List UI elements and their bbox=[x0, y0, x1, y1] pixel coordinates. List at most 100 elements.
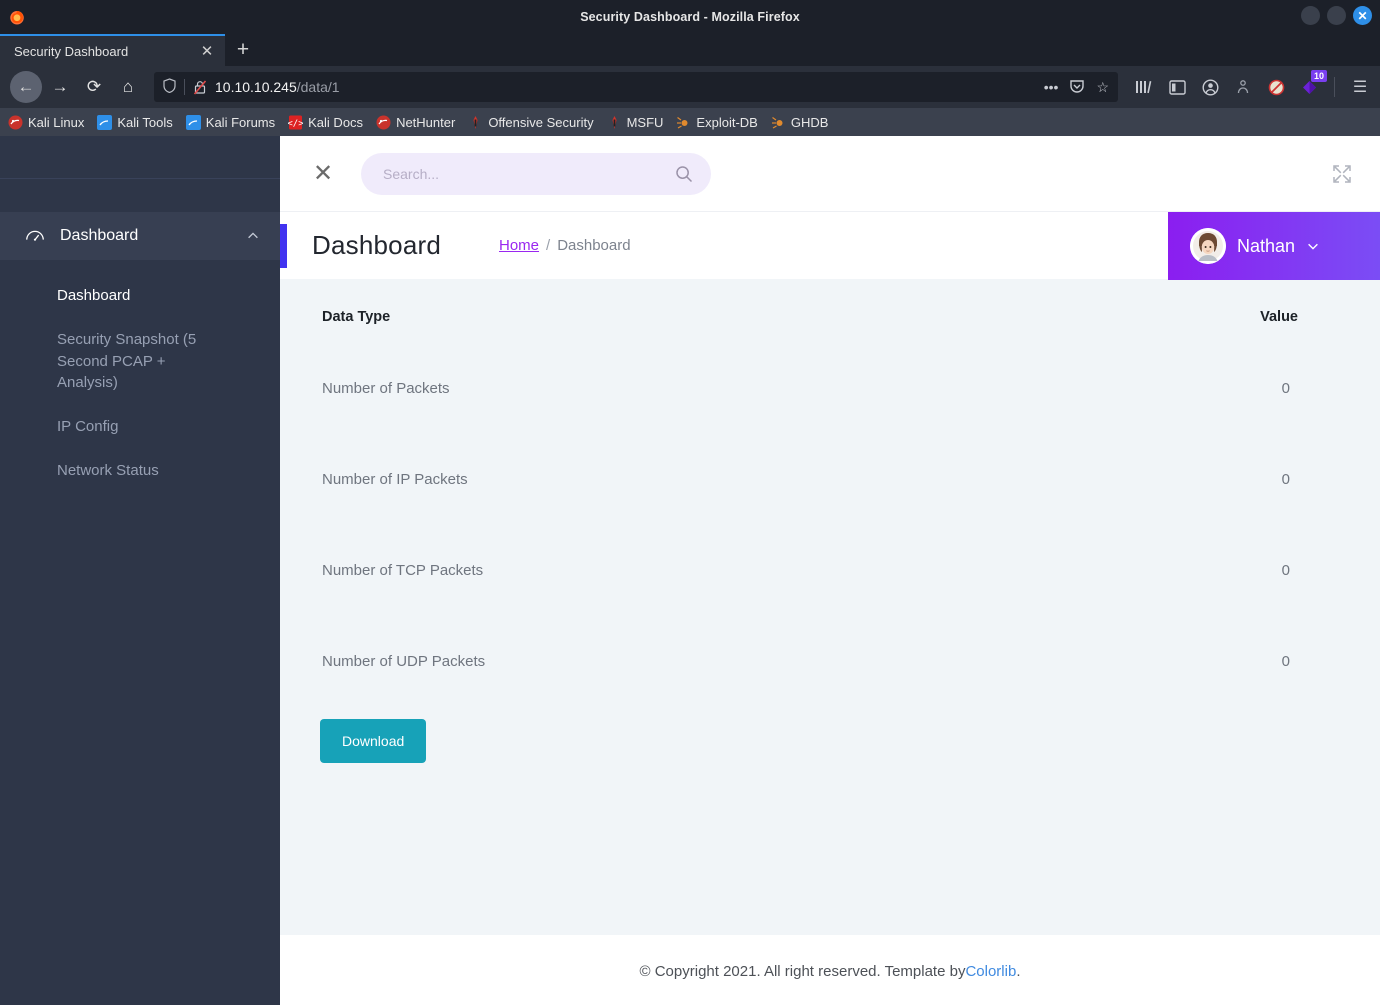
bookmark-label: Kali Tools bbox=[117, 114, 173, 130]
nethunter-icon bbox=[376, 115, 391, 130]
sidebar: Dashboard Dashboard Security Snapshot (5… bbox=[0, 136, 280, 1005]
svg-text:</>: </> bbox=[288, 119, 303, 129]
new-tab-button[interactable]: + bbox=[225, 34, 261, 66]
bookmark-label: Exploit-DB bbox=[696, 114, 758, 130]
column-header-data-type: Data Type bbox=[322, 309, 391, 325]
packet-stats-table: Data Type Value Number of Packets 0 Numb… bbox=[310, 279, 1358, 707]
breadcrumb-current: Dashboard bbox=[557, 237, 631, 254]
fullscreen-expand-icon[interactable] bbox=[1330, 162, 1354, 186]
tab-close-icon[interactable]: ✕ bbox=[197, 44, 217, 59]
noscript-icon[interactable] bbox=[1266, 77, 1286, 97]
bookmark-exploit-db[interactable]: Exploit-DB bbox=[676, 114, 758, 130]
bookmark-label: NetHunter bbox=[396, 114, 456, 130]
bookmark-label: Kali Docs bbox=[308, 114, 364, 130]
library-icon[interactable] bbox=[1134, 77, 1154, 97]
footer-copyright-text: © Copyright 2021. All right reserved. Te… bbox=[639, 963, 966, 980]
bookmark-kali-tools[interactable]: Kali Tools bbox=[97, 114, 173, 130]
urlbar-divider bbox=[184, 79, 185, 95]
footer: © Copyright 2021. All right reserved. Te… bbox=[280, 935, 1380, 1005]
home-button[interactable]: ⌂ bbox=[112, 71, 144, 103]
bookmark-label: Kali Forums bbox=[205, 114, 276, 130]
bookmark-label: Kali Linux bbox=[28, 114, 85, 130]
bookmark-kali-forums[interactable]: Kali Forums bbox=[185, 114, 276, 130]
breadcrumb-separator: / bbox=[546, 237, 551, 254]
toolbar-divider bbox=[1334, 77, 1335, 97]
table-row: Number of UDP Packets 0 bbox=[310, 616, 1358, 707]
container-tabs-icon[interactable] bbox=[1233, 77, 1253, 97]
bookmark-kali-linux[interactable]: Kali Linux bbox=[8, 115, 84, 130]
cell-data-type: Number of UDP Packets bbox=[322, 653, 486, 670]
bookmark-msfu[interactable]: MSFU bbox=[607, 115, 663, 130]
back-button[interactable]: ← bbox=[10, 71, 42, 103]
window-title: Security Dashboard - Mozilla Firefox bbox=[580, 9, 800, 24]
url-path: /data/1 bbox=[296, 79, 340, 95]
search-input[interactable] bbox=[383, 165, 675, 182]
navigation-toolbar: ← → ⟳ ⌂ 10.10.10.245/data/1 ••• ☆ 10 ☰ bbox=[0, 66, 1380, 108]
insecure-connection-icon[interactable] bbox=[193, 80, 207, 95]
sidebar-item-network-status[interactable]: Network Status bbox=[0, 449, 280, 493]
tracking-protection-icon[interactable] bbox=[163, 78, 176, 96]
msfu-icon bbox=[607, 115, 622, 130]
extension-icon[interactable]: 10 bbox=[1299, 70, 1327, 97]
browser-tab[interactable]: Security Dashboard ✕ bbox=[0, 34, 225, 66]
chevron-up-icon[interactable] bbox=[246, 229, 260, 243]
bookmark-ghdb[interactable]: GHDB bbox=[771, 115, 828, 130]
gauge-icon bbox=[24, 225, 46, 247]
account-icon[interactable] bbox=[1200, 77, 1220, 97]
close-icon[interactable]: ✕ bbox=[310, 160, 336, 187]
sidebar-brand-area bbox=[0, 136, 280, 179]
sidebar-item-ip-config[interactable]: IP Config bbox=[0, 405, 280, 449]
bookmark-kali-docs[interactable]: </> Kali Docs bbox=[288, 114, 364, 130]
page-header: Dashboard Home / Dashboard Nathan bbox=[280, 211, 1380, 280]
page-title: Dashboard bbox=[312, 230, 441, 260]
window-controls[interactable]: ✕ bbox=[1301, 6, 1372, 25]
user-name: Nathan bbox=[1237, 235, 1296, 256]
reload-button[interactable]: ⟳ bbox=[78, 71, 110, 103]
table-head: Data Type Value bbox=[310, 279, 1358, 343]
download-button[interactable]: Download bbox=[320, 719, 427, 763]
search-icon[interactable] bbox=[675, 165, 693, 183]
cell-value: 0 bbox=[1281, 471, 1290, 488]
cell-data-type: Number of Packets bbox=[322, 380, 450, 397]
user-menu[interactable]: Nathan bbox=[1168, 212, 1380, 280]
cell-value: 0 bbox=[1281, 380, 1290, 397]
cell-value: 0 bbox=[1281, 562, 1290, 579]
exploitdb-icon bbox=[676, 115, 691, 130]
table-body: Number of Packets 0 Number of IP Packets… bbox=[310, 343, 1358, 707]
sidebar-item-dashboard[interactable]: Dashboard bbox=[0, 274, 280, 318]
url-bar[interactable]: 10.10.10.245/data/1 ••• ☆ bbox=[154, 72, 1118, 102]
cell-value: 0 bbox=[1281, 653, 1290, 670]
maximize-button[interactable] bbox=[1327, 6, 1346, 25]
avatar bbox=[1190, 228, 1226, 264]
colorlib-link[interactable]: Colorlib bbox=[965, 963, 1016, 980]
close-window-button[interactable]: ✕ bbox=[1353, 6, 1372, 25]
menu-icon[interactable]: ☰ bbox=[1350, 77, 1370, 97]
search-bar[interactable] bbox=[361, 152, 711, 195]
chevron-down-icon[interactable] bbox=[1306, 239, 1320, 253]
sidebar-item-security-snapshot[interactable]: Security Snapshot (5 Second PCAP + Analy… bbox=[0, 318, 235, 405]
breadcrumb-home-link[interactable]: Home bbox=[499, 237, 539, 254]
pocket-icon[interactable] bbox=[1069, 78, 1085, 97]
sidebar-section-dashboard[interactable]: Dashboard bbox=[0, 212, 280, 260]
accent-bar bbox=[280, 224, 287, 268]
forward-button[interactable]: → bbox=[44, 71, 76, 103]
ghdb-icon bbox=[771, 115, 786, 130]
page-viewport: Dashboard Dashboard Security Snapshot (5… bbox=[0, 136, 1380, 1005]
top-bar: ✕ bbox=[280, 136, 1380, 211]
tab-label: Security Dashboard bbox=[14, 43, 129, 59]
sidebar-icon[interactable] bbox=[1167, 77, 1187, 97]
bookmark-star-icon[interactable]: ☆ bbox=[1096, 79, 1109, 96]
extension-badge-count: 10 bbox=[1310, 70, 1327, 82]
table-row: Number of TCP Packets 0 bbox=[310, 525, 1358, 616]
page-actions-icon[interactable]: ••• bbox=[1044, 79, 1059, 95]
kali-docs-icon: </> bbox=[288, 115, 304, 130]
url-text: 10.10.10.245/data/1 bbox=[215, 79, 1036, 95]
kali-tools-icon bbox=[97, 114, 113, 130]
bookmarks-bar: Kali Linux Kali Tools Kali Forums </> Ka… bbox=[0, 108, 1380, 136]
footer-period: . bbox=[1016, 963, 1021, 980]
minimize-button[interactable] bbox=[1301, 6, 1320, 25]
bookmark-nethunter[interactable]: NetHunter bbox=[376, 115, 455, 130]
bookmark-offensive-security[interactable]: Offensive Security bbox=[468, 115, 594, 130]
kali-forums-icon bbox=[185, 114, 201, 130]
